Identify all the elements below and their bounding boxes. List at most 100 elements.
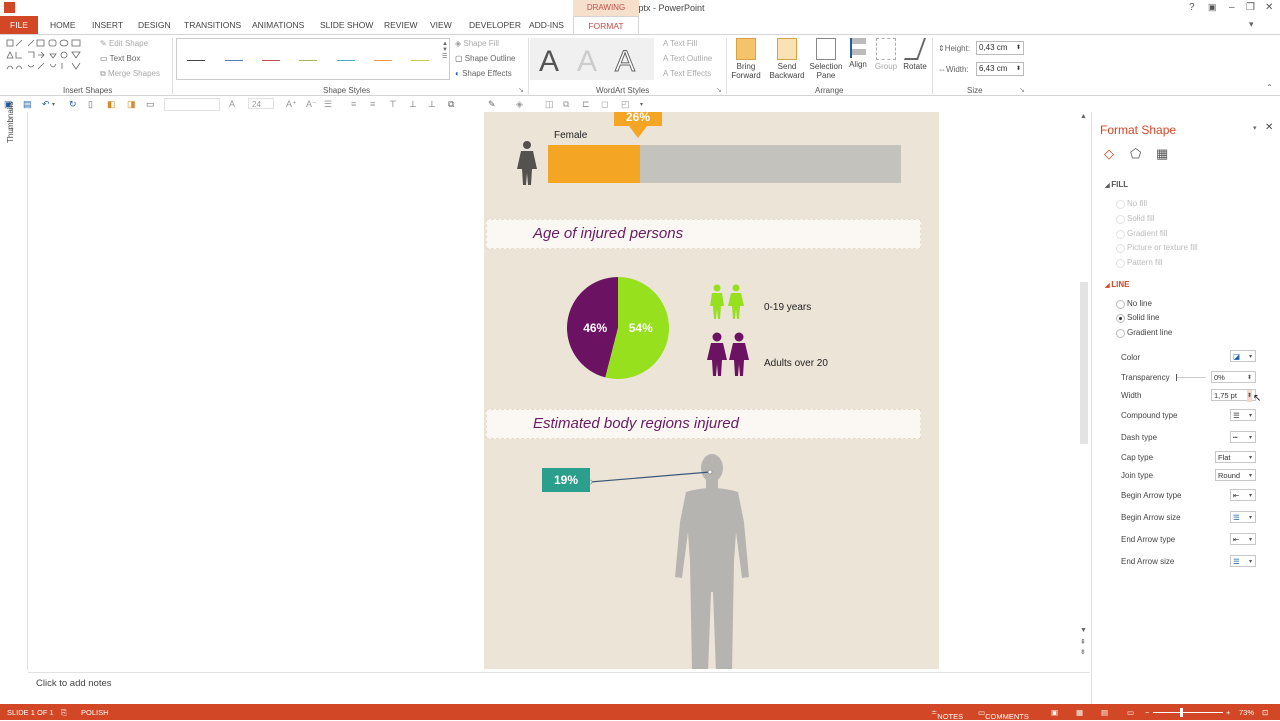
text-fill-button[interactable]: A Text Fill — [663, 39, 697, 48]
shape-style-item[interactable] — [187, 60, 205, 61]
text-outline-button[interactable]: A Text Outline — [663, 54, 712, 63]
solid-line-radio[interactable] — [1116, 314, 1125, 323]
compound-type-dropdown[interactable]: ☰ ▾ — [1230, 409, 1256, 421]
slide-sorter-view-icon[interactable]: ▦ — [1076, 708, 1083, 717]
transparency-slider[interactable] — [1176, 374, 1206, 381]
zoom-slider-thumb[interactable] — [1180, 708, 1183, 717]
text-box-button[interactable]: ▭ Text Box — [100, 54, 140, 63]
dialog-launcher-icon[interactable]: ↘ — [716, 86, 722, 94]
section-banner-age[interactable]: Age of injured persons — [486, 219, 921, 249]
notes-button[interactable]: ≐ NOTES — [931, 708, 963, 721]
shape-style-item[interactable] — [299, 60, 317, 61]
customize-qat-icon[interactable]: ▾ — [640, 101, 643, 108]
selected-connector-line[interactable] — [584, 462, 724, 492]
arrange-icon[interactable]: ◫ — [545, 99, 554, 110]
begin-arrow-size-dropdown[interactable]: ☰ ▾ — [1230, 511, 1256, 523]
minimize-button[interactable]: – — [1229, 2, 1235, 13]
reading-view-icon[interactable]: ▤ — [1101, 708, 1108, 717]
collapse-ribbon-icon[interactable]: ⌃ — [1266, 83, 1273, 92]
bullets-icon[interactable]: ☰ — [324, 99, 332, 110]
female-bar-track[interactable] — [548, 145, 901, 183]
begin-arrow-type-dropdown[interactable]: ⇤ ▾ — [1230, 489, 1256, 501]
align-left-icon[interactable]: ≡ — [351, 99, 356, 109]
zoom-in-icon[interactable]: + — [1226, 708, 1230, 717]
close-button[interactable]: ✕ — [1265, 2, 1273, 13]
line-end-handle[interactable] — [707, 469, 713, 475]
pane-options-icon[interactable]: ▾ — [1253, 124, 1257, 132]
user-icon[interactable]: ▾ — [1249, 19, 1254, 30]
no-fill-radio[interactable] — [1116, 200, 1125, 209]
body-region-callout[interactable]: 19% — [542, 468, 590, 492]
text-box-icon[interactable]: ▭ — [146, 99, 155, 110]
tab-home[interactable]: HOME — [50, 20, 76, 30]
scroll-up-icon[interactable]: ▲ — [1080, 113, 1087, 120]
align-middle-icon[interactable]: ⊥ — [409, 99, 417, 110]
width-input[interactable]: 6,43 cm ⬍ — [976, 62, 1024, 76]
shape-style-item[interactable] — [411, 60, 429, 61]
transparency-slider-thumb[interactable] — [1176, 374, 1177, 381]
slide-canvas[interactable]: Female 26% Age of injured persons 46% 54… — [484, 112, 939, 669]
shapes-gallery[interactable] — [4, 38, 92, 80]
tab-add-ins[interactable]: ADD-INS — [529, 20, 564, 30]
ribbon-display-icon[interactable]: ▣ — [1208, 2, 1217, 13]
tab-format[interactable]: FORMAT — [573, 16, 639, 34]
spelling-icon[interactable]: ⎘ — [61, 708, 67, 718]
previous-slide-icon[interactable]: ⇞ — [1080, 638, 1086, 646]
tab-transitions[interactable]: TRANSITIONS — [184, 20, 241, 30]
align-bottom-icon[interactable]: ⊥ — [428, 99, 436, 110]
edit-shape-button[interactable]: ✎ Edit Shape — [100, 39, 148, 48]
age-pie-chart[interactable]: 46% 54% — [566, 276, 670, 380]
undo-icon[interactable]: ↶ — [42, 99, 50, 110]
font-size-combo[interactable]: 24 — [248, 98, 274, 109]
gradient-fill-radio[interactable] — [1116, 230, 1125, 239]
female-bar-fill[interactable] — [548, 145, 640, 183]
group-icon[interactable]: ⧉ — [448, 99, 454, 110]
shape-styles-gallery[interactable]: ▲ ▼ ☰ — [176, 38, 450, 80]
align-button[interactable]: Align — [846, 38, 870, 69]
shape-style-item[interactable] — [337, 60, 355, 61]
join-type-dropdown[interactable]: Round ▾ — [1215, 469, 1256, 481]
end-arrow-type-dropdown[interactable]: ⇤ ▾ — [1230, 533, 1256, 545]
tab-developer[interactable]: DEVELOPER — [469, 20, 521, 30]
notes-pane[interactable]: Click to add notes — [28, 672, 1090, 705]
size-properties-tab-icon[interactable]: ▦ — [1156, 146, 1168, 162]
wordart-gallery[interactable]: A A A — [530, 38, 654, 80]
zoom-level[interactable]: 73% — [1239, 708, 1254, 717]
tab-insert[interactable]: INSERT — [92, 20, 123, 30]
align-top-icon[interactable]: ⊤ — [389, 99, 397, 110]
shape-style-item[interactable] — [262, 60, 280, 61]
shape-outline-button[interactable]: ▢ Shape Outline — [455, 54, 515, 63]
scroll-down-icon[interactable]: ▼ — [1080, 627, 1087, 634]
section-banner-body[interactable]: Estimated body regions injured — [486, 409, 921, 439]
copy-icon[interactable]: ⧉ — [563, 99, 569, 110]
tab-slide-show[interactable]: SLIDE SHOW — [320, 20, 373, 30]
help-icon[interactable]: ? — [1189, 2, 1195, 13]
cap-type-dropdown[interactable]: Flat ▾ — [1215, 451, 1256, 463]
solid-fill-radio[interactable] — [1116, 215, 1125, 224]
group-button[interactable]: Group — [872, 38, 900, 71]
female-percent-callout[interactable]: 26% — [614, 112, 662, 126]
shape-effects-button[interactable]: ◐ Shape Effects — [455, 69, 512, 78]
language-indicator[interactable]: POLISH — [81, 708, 109, 717]
fill-section-header[interactable]: ◢ FILL — [1105, 180, 1128, 189]
vertical-scrollbar[interactable]: ▲ ▼ ⇞ ⇟ — [1078, 112, 1090, 670]
bring-front-icon[interactable]: ◧ — [107, 99, 116, 110]
redo-icon[interactable]: ↻ — [69, 99, 77, 110]
shape-fill-button[interactable]: ◈ Shape Fill — [455, 39, 499, 48]
shape-style-item[interactable] — [225, 60, 243, 61]
text-effects-button[interactable]: A Text Effects — [663, 69, 711, 78]
increase-font-icon[interactable]: A⁺ — [286, 99, 297, 110]
height-input[interactable]: 0,43 cm ⬍ — [976, 41, 1024, 55]
dialog-launcher-icon[interactable]: ↘ — [1019, 86, 1025, 94]
line-color-button[interactable]: ◪ ▾ — [1230, 350, 1256, 362]
decrease-font-icon[interactable]: A⁻ — [306, 99, 317, 110]
zoom-slider[interactable] — [1153, 708, 1223, 717]
line-width-input[interactable]: 1,75 pt ⬍ — [1211, 389, 1256, 402]
tab-design[interactable]: DESIGN — [138, 20, 171, 30]
wordart-style-outline[interactable]: A — [608, 44, 642, 80]
align-center-icon[interactable]: ≡ — [370, 99, 375, 109]
shape-style-item[interactable] — [374, 60, 392, 61]
send-backward-button[interactable]: Send Backward — [766, 38, 808, 80]
line-section-header[interactable]: ◢ LINE — [1105, 280, 1130, 289]
fit-slide-icon[interactable]: ⊡ — [1262, 708, 1268, 717]
